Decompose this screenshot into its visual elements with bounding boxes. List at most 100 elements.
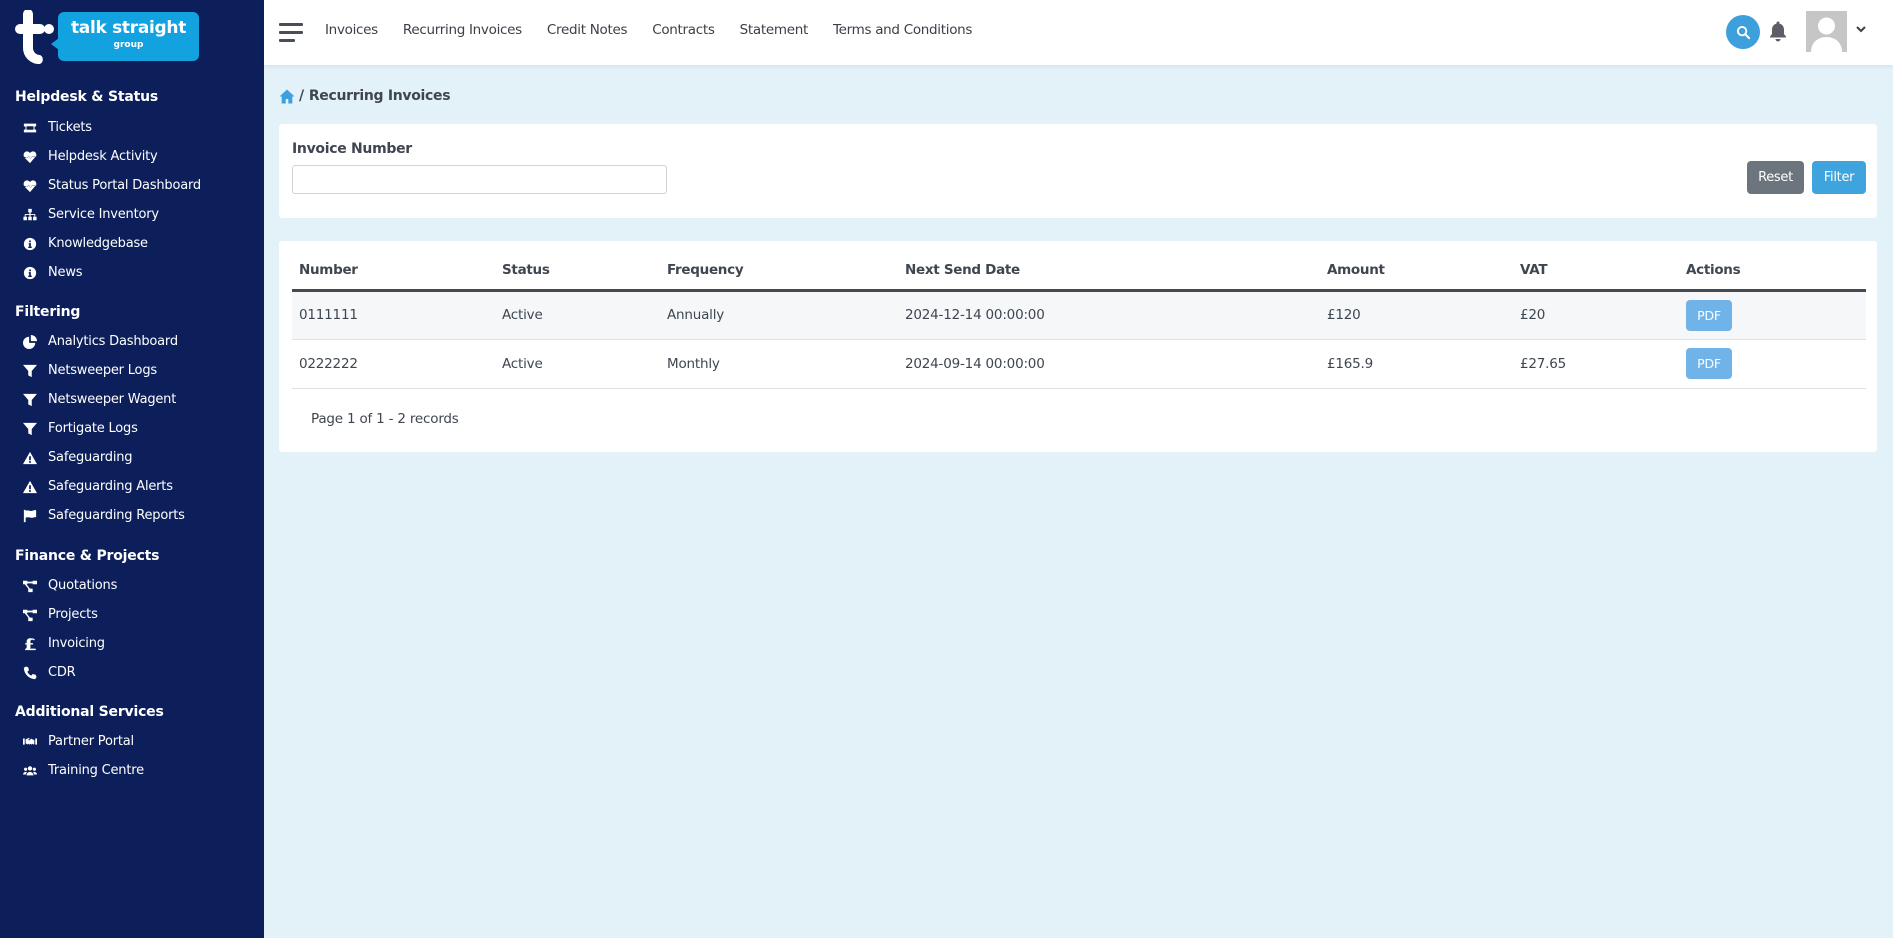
sidebar-item-label: Status Portal Dashboard xyxy=(48,178,201,193)
section-title-helpdesk: Helpdesk & Status xyxy=(15,89,158,105)
top-header: Invoices Recurring Invoices Credit Notes… xyxy=(264,0,1893,65)
top-nav: Invoices Recurring Invoices Credit Notes… xyxy=(325,22,997,38)
project-diagram-icon xyxy=(22,608,37,622)
nav-statement[interactable]: Statement xyxy=(740,22,809,38)
project-diagram-icon xyxy=(22,579,37,593)
search-button[interactable] xyxy=(1726,15,1760,49)
column-header-next-send-date[interactable]: Next Send Date xyxy=(898,241,1320,292)
logo-bubble: talk straight group xyxy=(51,12,199,61)
talk-straight-logo[interactable]: talk straight group xyxy=(14,10,200,64)
sidebar-item-label: Training Centre xyxy=(48,763,144,778)
sidebar-item-netsweeper-wagent[interactable]: Netsweeper Wagent xyxy=(0,386,264,414)
table-row: 0111111 Active Annually 2024-12-14 00:00… xyxy=(292,290,1866,340)
column-header-vat[interactable]: VAT xyxy=(1513,241,1679,292)
nav-credit-notes[interactable]: Credit Notes xyxy=(547,22,628,38)
sidebar: talk straight group Helpdesk & Status Ti… xyxy=(0,0,264,938)
nav-recurring-invoices[interactable]: Recurring Invoices xyxy=(403,22,522,38)
column-header-actions: Actions xyxy=(1679,241,1866,292)
section-title-filtering: Filtering xyxy=(15,304,81,320)
table-row: 0222222 Active Monthly 2024-09-14 00:00:… xyxy=(292,339,1866,389)
filter-icon xyxy=(22,422,37,436)
users-icon xyxy=(22,764,37,778)
network-icon xyxy=(22,208,37,222)
sidebar-item-label: Service Inventory xyxy=(48,207,159,222)
invoice-number-input[interactable] xyxy=(292,165,667,194)
user-avatar[interactable] xyxy=(1806,11,1847,52)
cell-status: Active xyxy=(495,290,660,340)
cell-next-send-date: 2024-12-14 00:00:00 xyxy=(898,290,1320,340)
column-header-status[interactable]: Status xyxy=(495,241,660,292)
sidebar-item-label: Helpdesk Activity xyxy=(48,149,158,164)
sidebar-item-knowledgebase[interactable]: Knowledgebase xyxy=(0,230,264,258)
user-silhouette-icon xyxy=(1811,17,1842,52)
warning-icon xyxy=(22,451,37,465)
sidebar-item-training-centre[interactable]: Training Centre xyxy=(0,757,264,785)
breadcrumb-separator: / xyxy=(299,88,304,104)
sidebar-item-safeguarding-reports[interactable]: Safeguarding Reports xyxy=(0,502,264,530)
sidebar-item-tickets[interactable]: Tickets xyxy=(0,114,264,142)
notification-bell-icon[interactable] xyxy=(1768,20,1788,42)
hamburger-menu-icon[interactable] xyxy=(279,23,303,42)
cell-number: 0111111 xyxy=(292,290,495,340)
sidebar-item-helpdesk-activity[interactable]: Helpdesk Activity xyxy=(0,143,264,171)
sidebar-item-invoicing[interactable]: Invoicing xyxy=(0,630,264,658)
column-header-number[interactable]: Number xyxy=(292,241,495,292)
sidebar-item-service-inventory[interactable]: Service Inventory xyxy=(0,201,264,229)
ticket-icon xyxy=(22,121,37,135)
sidebar-item-netsweeper-logs[interactable]: Netsweeper Logs xyxy=(0,357,264,385)
sidebar-item-label: News xyxy=(48,265,83,280)
section-title-additional: Additional Services xyxy=(15,704,164,720)
flag-icon xyxy=(22,509,37,523)
sidebar-item-projects[interactable]: Projects xyxy=(0,601,264,629)
section-title-finance: Finance & Projects xyxy=(15,548,160,564)
pie-chart-icon xyxy=(22,335,37,349)
breadcrumb: / Recurring Invoices xyxy=(279,88,451,104)
chevron-down-icon[interactable] xyxy=(1855,24,1867,34)
nav-contracts[interactable]: Contracts xyxy=(652,22,715,38)
home-icon[interactable] xyxy=(279,89,295,104)
sidebar-item-label: Quotations xyxy=(48,578,118,593)
sidebar-item-news[interactable]: News xyxy=(0,259,264,287)
pdf-button[interactable]: PDF xyxy=(1686,299,1732,331)
handshake-icon xyxy=(22,735,37,749)
sidebar-item-label: Safeguarding Alerts xyxy=(48,479,173,494)
pagination-info: Page 1 of 1 - 2 records xyxy=(311,411,459,427)
sidebar-item-fortigate-logs[interactable]: Fortigate Logs xyxy=(0,415,264,443)
filter-icon xyxy=(22,393,37,407)
sidebar-item-partner-portal[interactable]: Partner Portal xyxy=(0,728,264,756)
sidebar-item-label: Netsweeper Wagent xyxy=(48,392,177,407)
warning-icon xyxy=(22,480,37,494)
sidebar-item-label: Invoicing xyxy=(48,636,105,651)
info-circle-icon xyxy=(22,237,37,251)
cell-amount: £120 xyxy=(1320,290,1513,340)
sidebar-item-label: Tickets xyxy=(48,120,92,135)
nav-invoices[interactable]: Invoices xyxy=(325,22,378,38)
cell-vat: £20 xyxy=(1513,290,1679,340)
cell-amount: £165.9 xyxy=(1320,339,1513,389)
sidebar-item-quotations[interactable]: Quotations xyxy=(0,572,264,600)
logo-t-icon xyxy=(15,10,54,64)
column-header-amount[interactable]: Amount xyxy=(1320,241,1513,292)
sidebar-item-label: Safeguarding xyxy=(48,450,133,465)
sidebar-item-label: CDR xyxy=(48,665,76,680)
heartbeat-icon xyxy=(22,150,37,164)
column-header-frequency[interactable]: Frequency xyxy=(660,241,898,292)
phone-icon xyxy=(22,666,37,680)
reset-button[interactable]: Reset xyxy=(1747,161,1804,194)
filter-button[interactable]: Filter xyxy=(1812,161,1866,194)
sidebar-item-label: Projects xyxy=(48,607,98,622)
invoice-number-label: Invoice Number xyxy=(292,141,412,157)
info-circle-icon xyxy=(22,266,37,280)
cell-actions: PDF xyxy=(1679,339,1866,389)
sidebar-item-label: Fortigate Logs xyxy=(48,421,138,436)
sidebar-item-safeguarding-alerts[interactable]: Safeguarding Alerts xyxy=(0,473,264,501)
sidebar-item-label: Safeguarding Reports xyxy=(48,508,185,523)
nav-terms-and-conditions[interactable]: Terms and Conditions xyxy=(833,22,973,38)
sidebar-item-status-portal-dashboard[interactable]: Status Portal Dashboard xyxy=(0,172,264,200)
cell-next-send-date: 2024-09-14 00:00:00 xyxy=(898,339,1320,389)
pdf-button[interactable]: PDF xyxy=(1686,348,1732,379)
sidebar-item-analytics-dashboard[interactable]: Analytics Dashboard xyxy=(0,328,264,356)
sidebar-item-cdr[interactable]: CDR xyxy=(0,659,264,687)
sidebar-item-label: Knowledgebase xyxy=(48,236,148,251)
sidebar-item-safeguarding[interactable]: Safeguarding xyxy=(0,444,264,472)
